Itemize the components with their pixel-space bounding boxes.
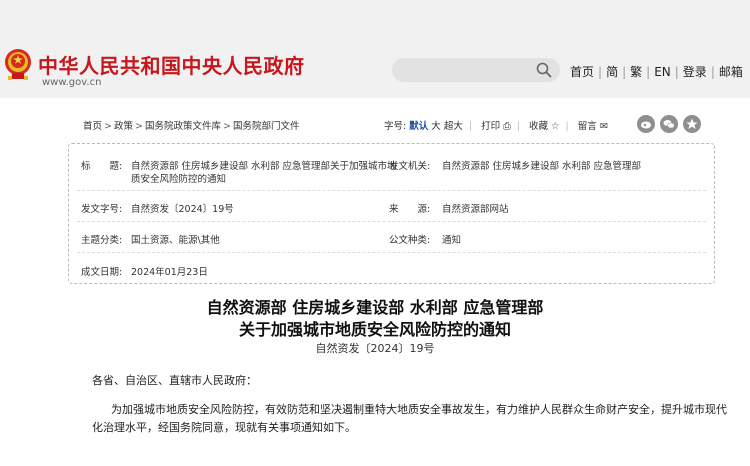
nav-separator: | [598,65,603,79]
qzone-share-icon[interactable] [683,115,701,133]
breadcrumb-separator: > [222,121,231,132]
font-size-label: 字号: [384,121,407,132]
nav-separator: | [710,65,715,79]
comment-icon[interactable]: ✉ [600,121,608,132]
nav-simplified[interactable]: 简 [606,63,618,80]
nav-traditional[interactable]: 繁 [630,63,642,80]
document-number: 自然资发〔2024〕19号 [315,342,435,355]
row-divider [77,252,706,253]
title-value-line2: 质安全风险防控的通知 [131,174,227,185]
breadcrumb-separator: > [135,121,143,132]
issuer-value: 自然资源部 住房城乡建设部 水利部 应急管理部 [442,161,642,172]
salutation: 各省、自治区、直辖市人民政府： [92,374,257,387]
breadcrumb-policy[interactable]: 政策 [114,121,133,132]
tools-divider: | [516,121,520,132]
nav-separator: | [646,65,651,79]
nav-mailbox[interactable]: 邮箱 [719,63,743,80]
breadcrumb-policy-library[interactable]: 国务院政策文件库 [145,121,221,132]
type-label: 公文种类: [389,235,431,246]
favorite-button[interactable]: 收藏 [529,118,548,132]
top-nav: 首页 | 简 | 繁 | EN | 登录 | 邮箱 [570,63,743,80]
nav-separator: | [622,65,627,79]
site-header: 中华人民共和国中央人民政府 www.gov.cn 首页 | 简 | 繁 | EN | 登录 | 邮箱 [0,0,750,98]
date-label: 成文日期: [81,267,123,278]
row-divider [77,221,706,222]
document-info-table: 标 题: 自然资源部 住房城乡建设部 水利部 应急管理部关于加强城市地 质安全风… [68,143,715,284]
breadcrumb: 首页 > 政策 > 国务院政策文件库 > 国务院部门文件 [83,118,299,132]
source-label: 来 源: [389,204,431,215]
nav-home[interactable]: 首页 [570,63,594,80]
search-icon[interactable] [536,62,552,78]
nav-english[interactable]: EN [654,65,671,79]
breadcrumb-department-files[interactable]: 国务院部门文件 [233,121,300,132]
national-emblem-icon[interactable] [2,46,34,82]
title-label: 标 题: [81,161,123,172]
font-default-button[interactable]: 默认 [409,118,428,132]
document-title-line1: 自然资源部 住房城乡建设部 水利部 应急管理部 [206,298,544,317]
font-large-button[interactable]: 大 [431,118,441,132]
type-value: 通知 [442,235,462,246]
weibo-share-icon[interactable] [637,115,655,133]
paragraph-line: 化治理水平，经国务院同意，现就有关事项通知如下。 [92,421,356,434]
title-value-line1: 自然资源部 住房城乡建设部 水利部 应急管理部关于加强城市地 [131,161,397,172]
date-value: 2024年01月23日 [131,267,208,278]
search-input[interactable] [392,58,560,82]
site-url[interactable]: www.gov.cn [42,77,101,88]
print-button[interactable]: 打印 [481,118,500,132]
star-icon[interactable]: ☆ [551,121,560,132]
article-tools: 字号: 默认 大 超大 | 打印 ⎙ | 收藏 ☆ | 留言 ✉ [384,118,608,132]
tools-divider: | [565,121,569,132]
font-xlarge-button[interactable]: 超大 [444,118,463,132]
row-divider [77,190,706,191]
document-title-line2: 关于加强城市地质安全风险防控的通知 [238,320,511,339]
site-title[interactable]: 中华人民共和国中央人民政府 [38,50,305,79]
nav-login[interactable]: 登录 [683,63,707,80]
comment-button[interactable]: 留言 [578,118,597,132]
nav-separator: | [674,65,679,79]
breadcrumb-home[interactable]: 首页 [83,121,102,132]
issuer-label: 发文机关: [389,161,431,172]
category-label: 主题分类: [81,235,123,246]
category-value: 国土资源、能源\其他 [131,235,220,246]
docno-value: 自然资发〔2024〕19号 [131,204,234,215]
breadcrumb-separator: > [104,121,112,132]
tools-divider: | [468,121,473,132]
paragraph-line: 为加强城市地质安全风险防控，有效防范和坚决遏制重特大地质安全事故发生，有力维护人… [111,403,727,416]
source-value: 自然资源部网站 [442,204,509,215]
docno-label: 发文字号: [81,204,123,215]
wechat-share-icon[interactable] [660,115,678,133]
printer-icon[interactable]: ⎙ [503,121,511,132]
